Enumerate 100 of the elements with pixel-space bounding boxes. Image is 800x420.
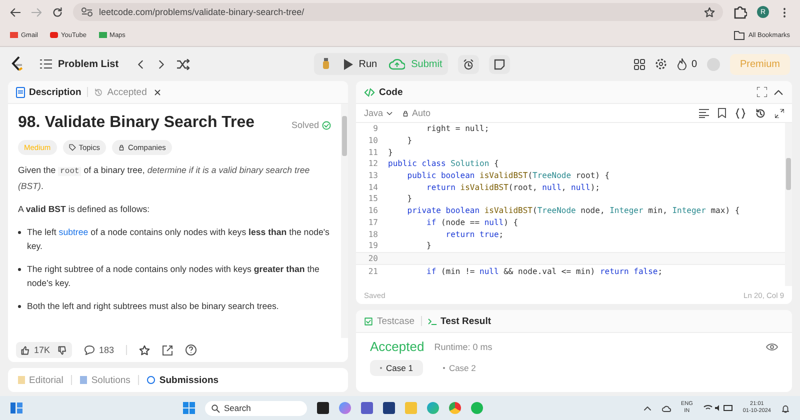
tab-icon <box>18 376 25 384</box>
line-number: 17 <box>367 218 379 227</box>
list-icon <box>40 59 52 69</box>
runtime-text: Runtime: 0 ms <box>434 342 492 352</box>
line-number: 19 <box>367 241 379 250</box>
line-number: 20 <box>367 254 379 263</box>
scrollbar[interactable] <box>785 123 792 286</box>
shuffle-icon[interactable] <box>176 58 190 70</box>
code-line: } <box>406 194 412 204</box>
play-icon <box>344 58 353 70</box>
scrollbar[interactable] <box>341 104 348 338</box>
bookmark-favicon-icon <box>98 32 107 38</box>
code-icon <box>364 86 375 98</box>
panel-tab[interactable]: Solutions <box>80 374 130 386</box>
format-icon[interactable] <box>699 108 709 118</box>
expand-icon[interactable] <box>775 108 784 118</box>
line-number: 14 <box>367 182 379 192</box>
lock-icon <box>402 110 410 116</box>
cloud-icon[interactable] <box>662 404 671 412</box>
bookmark-star-icon[interactable] <box>704 6 715 18</box>
bullet-text: Both the left and right subtrees must also be binary search trees. <box>27 300 279 313</box>
code-line: return isValidBST(root, null, null); <box>426 182 600 192</box>
chrome-icon[interactable] <box>448 402 461 414</box>
description-text: Given the root of a binary tree, determine if it is a valid binary search tree (BST). <box>18 164 311 193</box>
url-text: leetcode.com/problems/validate-binary-search-tree/ <box>99 7 304 17</box>
code-line: right = null; <box>426 124 490 134</box>
folder-icon <box>734 30 746 40</box>
teams-icon[interactable] <box>360 402 373 414</box>
bookmark-favicon-icon <box>10 32 18 38</box>
wifi-volume-battery-icon[interactable] <box>702 404 733 412</box>
problem-list-button[interactable]: Problem List <box>34 54 125 74</box>
bullet-text: The right subtree of a node contains only nodes with keys greater than the node's key. <box>27 263 320 290</box>
result-status: Accepted <box>370 339 424 354</box>
share-icon[interactable] <box>162 344 174 356</box>
code-line: return true; <box>444 230 504 239</box>
line-number: 15 <box>367 194 379 204</box>
taskbar-search-field[interactable]: Search <box>204 400 307 416</box>
line-number: 9 <box>372 124 379 134</box>
tag-icon <box>68 144 76 151</box>
lock-icon <box>118 144 125 151</box>
alarm-clock-button[interactable] <box>458 54 480 74</box>
note-button[interactable] <box>489 54 510 74</box>
bookmark-favicon-icon <box>50 32 58 38</box>
bookmark-icon[interactable] <box>718 108 726 118</box>
star-icon[interactable] <box>139 344 150 356</box>
thumbs-up-icon <box>21 346 30 354</box>
code-line: if (node == null) { <box>426 218 518 227</box>
start-icon[interactable] <box>182 402 195 414</box>
note-icon <box>494 58 506 70</box>
reset-icon[interactable] <box>755 108 766 118</box>
line-number: 10 <box>367 136 379 146</box>
grid-icon[interactable] <box>634 58 646 70</box>
run-button[interactable]: Run <box>338 54 384 74</box>
site-info-icon[interactable] <box>81 7 93 17</box>
comments-button[interactable]: 183 <box>84 345 114 355</box>
fullscreen-icon[interactable] <box>757 87 767 97</box>
subtree-link[interactable]: subtree <box>58 227 88 237</box>
dislike-icon[interactable] <box>58 346 68 354</box>
task-view-icon[interactable] <box>316 402 329 414</box>
case-tab[interactable]: Case 2 <box>432 360 486 376</box>
code-line: if (min != null && node.val <= min) return false; <box>426 266 663 276</box>
alarm-clock-icon <box>463 58 474 70</box>
settings-icon[interactable] <box>655 58 668 70</box>
code-line: private boolean isValidBST(TreeNode node, Integer min, Integer max) { <box>406 206 740 216</box>
eye-icon[interactable] <box>766 342 778 350</box>
problem-title: 98. Validate Binary Search Tree <box>18 114 255 132</box>
address-bar[interactable]: leetcode.com/problems/validate-binary-search-tree/ <box>73 3 723 21</box>
code-line: } <box>426 241 432 250</box>
line-number: 12 <box>367 159 379 168</box>
case-tab[interactable]: Case 1 <box>370 360 423 376</box>
line-number: 13 <box>367 171 379 180</box>
chevron-down-icon <box>386 110 394 116</box>
line-number: 11 <box>367 148 379 157</box>
help-icon[interactable] <box>185 344 198 356</box>
search-icon <box>210 404 220 412</box>
checkbox-icon <box>364 316 373 326</box>
logo-icon[interactable] <box>10 56 24 72</box>
description-text: A valid BST is defined as follows: <box>18 203 151 216</box>
panel-tab[interactable]: Test Result <box>428 316 492 326</box>
widgets-icon[interactable] <box>10 402 23 414</box>
close-icon[interactable] <box>152 88 162 96</box>
panel-tab[interactable]: Code <box>364 86 403 98</box>
chevron-up-icon[interactable] <box>642 404 652 412</box>
reload-icon[interactable] <box>52 6 63 18</box>
terminal-icon <box>428 316 436 326</box>
back-icon[interactable] <box>10 6 21 18</box>
panel-tab[interactable]: Description <box>16 86 82 98</box>
notification-bell-icon[interactable] <box>781 404 790 412</box>
cloud-upload-icon <box>389 58 406 70</box>
braces-icon[interactable] <box>735 108 746 118</box>
panel-tab[interactable]: Submissions <box>147 374 219 386</box>
auto-mode-label: Auto <box>412 108 431 118</box>
store-icon[interactable] <box>382 402 395 414</box>
tab-icon <box>147 376 156 384</box>
flame-icon[interactable] <box>677 58 688 70</box>
bullet-text: The left subtree of a node contains only nodes with keys less than the node's key. <box>27 226 330 253</box>
copilot-icon[interactable] <box>338 402 351 414</box>
puzzle-piece-icon[interactable] <box>733 5 747 19</box>
document-icon <box>16 86 25 98</box>
code-line: public boolean isValidBST(TreeNode root) { <box>406 171 610 180</box>
